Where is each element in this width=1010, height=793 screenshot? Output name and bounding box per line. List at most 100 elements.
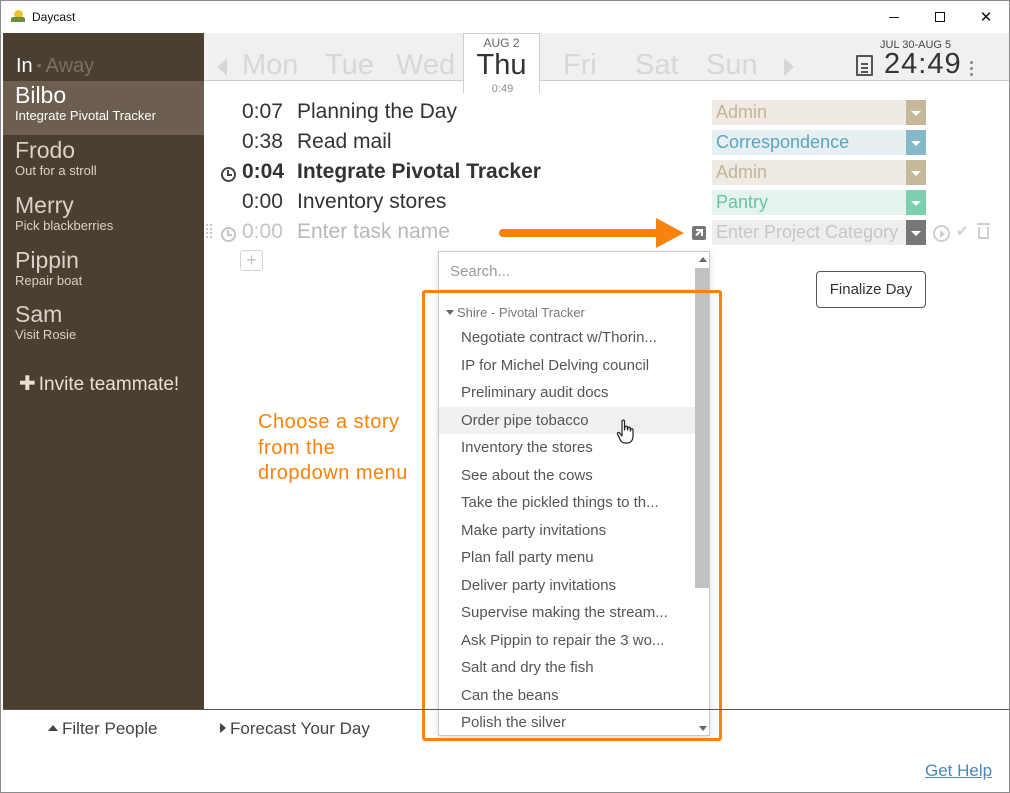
- close-button[interactable]: ✕: [963, 1, 1009, 33]
- forecast-day-toggle[interactable]: Forecast Your Day: [220, 719, 370, 739]
- new-task-name-input[interactable]: Enter task name: [297, 220, 450, 244]
- day-mon[interactable]: Mon: [242, 49, 298, 82]
- callout-highlight-frame: [422, 290, 722, 741]
- person-bilbo[interactable]: Bilbo Integrate Pivotal Tracker: [3, 81, 204, 135]
- chevron-down-icon[interactable]: [906, 100, 926, 125]
- filter-people-label: Filter People: [62, 719, 158, 738]
- chevron-down-icon[interactable]: [906, 190, 926, 215]
- minimize-icon: [889, 16, 899, 18]
- person-name: Merry: [15, 192, 74, 218]
- plus-icon: ✚: [19, 373, 36, 395]
- hand-cursor-icon: [616, 419, 634, 444]
- report-document-icon[interactable]: [856, 55, 873, 76]
- selected-day-name: Thu: [476, 49, 527, 81]
- finalize-day-button[interactable]: Finalize Day: [816, 271, 926, 308]
- previous-week-arrow-icon[interactable]: [217, 58, 227, 76]
- person-task: Visit Rosie: [15, 327, 77, 342]
- dropdown-search-input[interactable]: Search...: [439, 252, 695, 290]
- day-thu-selected[interactable]: AUG 2 Thu 0:49: [463, 33, 540, 95]
- add-task-button[interactable]: +: [240, 250, 263, 271]
- chevron-down-icon[interactable]: [906, 160, 926, 185]
- close-icon: ✕: [979, 8, 993, 26]
- person-task: Integrate Pivotal Tracker: [15, 108, 156, 123]
- task-name[interactable]: Planning the Day: [297, 100, 457, 124]
- new-task-time: 0:00: [242, 220, 283, 243]
- person-task: Repair boat: [15, 273, 83, 288]
- task-time: 0:00: [242, 190, 283, 213]
- person-frodo[interactable]: Frodo Out for a stroll: [3, 136, 204, 190]
- category-label: Admin: [716, 102, 768, 122]
- maximize-button[interactable]: [917, 1, 963, 33]
- category-select[interactable]: Pantry: [712, 190, 926, 215]
- caret-up-icon: [48, 725, 58, 731]
- get-help-link[interactable]: Get Help: [925, 761, 992, 781]
- callout-annotation: Choose a story from the dropdown menu: [258, 411, 408, 484]
- person-task: Out for a stroll: [15, 163, 97, 178]
- clock-icon: [221, 167, 236, 182]
- task-row-running[interactable]: 0:04 Integrate Pivotal Tracker Admin: [204, 158, 1009, 188]
- scroll-up-icon[interactable]: [699, 257, 707, 262]
- filter-people-toggle[interactable]: Filter People: [48, 719, 157, 739]
- title-bar: Daycast ✕: [1, 1, 1009, 33]
- person-pippin[interactable]: Pippin Repair boat: [3, 246, 204, 300]
- day-wed[interactable]: Wed: [396, 49, 455, 82]
- more-options-icon[interactable]: [970, 61, 973, 76]
- maximize-icon: [935, 12, 945, 22]
- person-name: Sam: [15, 301, 63, 327]
- task-name[interactable]: Integrate Pivotal Tracker: [297, 160, 541, 184]
- clock-icon[interactable]: [221, 227, 236, 242]
- category-label: Pantry: [716, 192, 769, 212]
- people-sidebar: In • Away Bilbo Integrate Pivotal Tracker …: [3, 33, 204, 709]
- person-name: Pippin: [15, 247, 79, 273]
- task-time: 0:04: [242, 160, 285, 183]
- caret-right-icon: [220, 723, 226, 733]
- category-placeholder: Enter Project Category: [716, 222, 899, 242]
- check-icon[interactable]: ✔: [956, 222, 969, 240]
- status-in-option[interactable]: In: [16, 55, 33, 77]
- task-row[interactable]: 0:00 Inventory stores Pantry: [204, 188, 1009, 218]
- task-time: 0:38: [242, 130, 283, 153]
- trash-icon[interactable]: [977, 223, 990, 239]
- window-title: Daycast: [32, 10, 76, 24]
- daycast-logo-icon: [11, 10, 25, 22]
- person-name: Bilbo: [15, 82, 67, 108]
- selected-day-total: 0:49: [491, 83, 514, 95]
- selected-day-date: AUG 2: [483, 36, 520, 50]
- story-link-icon[interactable]: [692, 226, 706, 240]
- category-label: Correspondence: [716, 132, 850, 152]
- task-time: 0:07: [242, 100, 283, 123]
- category-label: Admin: [716, 162, 768, 182]
- week-navigator: Mon Tue Wed AUG 2 Thu 0:49 Fri Sat Sun J…: [204, 33, 1009, 95]
- day-sun[interactable]: Sun: [706, 49, 758, 82]
- status-away-option[interactable]: Away: [46, 55, 95, 77]
- day-sat[interactable]: Sat: [635, 49, 679, 82]
- bottom-divider: [3, 709, 1009, 710]
- person-task: Pick blackberries: [15, 218, 114, 233]
- callout-arrow-shaft: [499, 229, 664, 237]
- category-select[interactable]: Admin: [712, 160, 926, 185]
- category-select[interactable]: Correspondence: [712, 130, 926, 155]
- forecast-day-label: Forecast Your Day: [230, 719, 370, 738]
- presence-toggle: In • Away: [16, 55, 94, 78]
- category-select[interactable]: Admin: [712, 100, 926, 125]
- task-row[interactable]: 0:38 Read mail Correspondence: [204, 128, 1009, 158]
- task-name[interactable]: Read mail: [297, 130, 392, 154]
- day-fri[interactable]: Fri: [563, 49, 597, 82]
- project-category-input[interactable]: Enter Project Category: [712, 220, 926, 245]
- minimize-button[interactable]: [871, 1, 917, 33]
- task-name[interactable]: Inventory stores: [297, 190, 446, 214]
- chevron-down-icon[interactable]: [906, 220, 926, 245]
- next-week-arrow-icon[interactable]: [784, 58, 794, 76]
- start-timer-icon[interactable]: [933, 225, 950, 242]
- person-name: Frodo: [15, 137, 76, 163]
- person-merry[interactable]: Merry Pick blackberries: [3, 191, 204, 245]
- day-tue[interactable]: Tue: [325, 49, 374, 82]
- invite-teammate-button[interactable]: ✚ Invite teammate!: [19, 371, 179, 396]
- task-row[interactable]: 0:07 Planning the Day Admin: [204, 98, 1009, 128]
- invite-label: Invite teammate!: [38, 374, 180, 395]
- status-separator: •: [36, 57, 42, 73]
- week-total: 24:49: [884, 48, 962, 80]
- chevron-down-icon[interactable]: [906, 130, 926, 155]
- drag-handle-icon[interactable]: [206, 224, 214, 242]
- person-sam[interactable]: Sam Visit Rosie: [3, 300, 204, 354]
